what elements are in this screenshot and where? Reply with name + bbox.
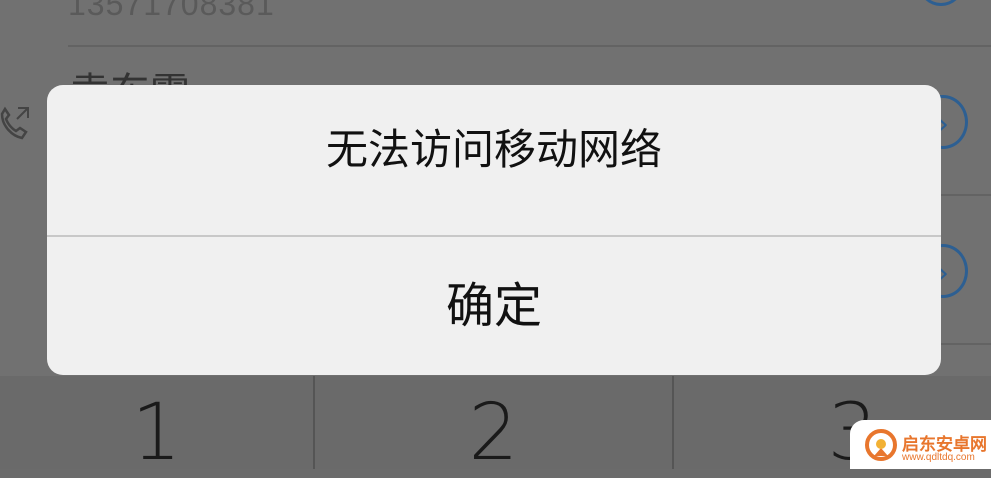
phone-call-icon [0,106,29,140]
contact-name: 袁东霞 [70,60,190,86]
watermark-url: www.qdltdq.com [902,452,975,463]
key-digit: 2 [468,388,519,478]
contact-number: 13571708381 [68,0,275,22]
watermark-logo-icon [865,429,897,461]
key-digit: 1 [131,388,182,478]
row-divider [68,45,991,47]
confirm-button[interactable]: 确定 [47,237,941,375]
alert-dialog: 无法访问移动网络 确定 [47,85,941,375]
alert-title: 无法访问移动网络 [325,125,662,174]
info-icon [918,0,964,6]
watermark: 启东安卓网 www.qdltdq.com [850,420,991,469]
dial-keypad: 1 2 3 [0,376,991,478]
key-2[interactable]: 2 [315,376,672,478]
key-1[interactable]: 1 [0,376,313,478]
